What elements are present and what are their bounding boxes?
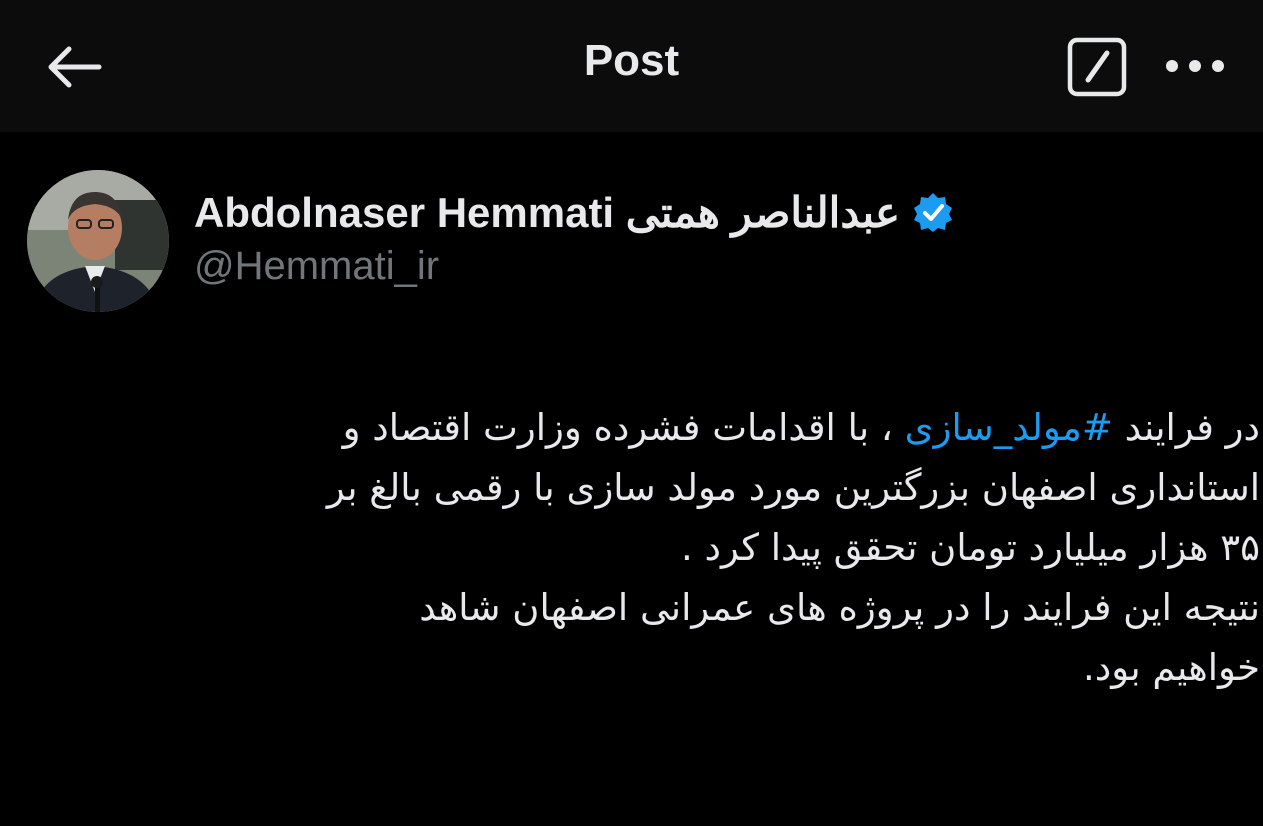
tweet-text: در فرایند #مولد_سازی ، با اقدامات فشرده … xyxy=(20,398,1260,698)
tweet-line-1: در فرایند #مولد_سازی ، با اقدامات فشرده … xyxy=(20,398,1260,458)
more-horizontal-icon xyxy=(1166,60,1224,72)
verified-badge-icon xyxy=(914,193,953,232)
avatar[interactable] xyxy=(27,170,169,312)
tweet-line-1-suffix: ، با اقدامات فشرده وزارت اقتصاد و xyxy=(342,406,905,449)
edit-button[interactable] xyxy=(1064,36,1130,98)
tweet-line-3: ۳۵ هزار میلیارد تومان تحقق پیدا کرد . xyxy=(680,526,1260,569)
tweet-line-1-prefix: در فرایند xyxy=(1112,406,1260,449)
author-handle[interactable]: @Hemmati_ir xyxy=(194,244,439,289)
author-name-row[interactable]: Abdolnaser Hemmati عبدالناصر همتی xyxy=(194,184,954,240)
top-navigation-bar: Post xyxy=(0,0,1263,132)
edit-square-icon xyxy=(1067,37,1127,97)
hashtag-link[interactable]: #مولد_سازی xyxy=(905,406,1113,449)
more-options-button[interactable] xyxy=(1160,40,1230,92)
author-display-name: Abdolnaser Hemmati عبدالناصر همتی xyxy=(194,188,901,236)
tweet-line-5: خواهیم بود. xyxy=(1083,646,1260,689)
tweet-line-4: نتیجه این فرایند را در پروژه های عمرانی … xyxy=(419,586,1260,629)
tweet-line-2: استانداری اصفهان بزرگترین مورد مولد سازی… xyxy=(326,466,1260,509)
